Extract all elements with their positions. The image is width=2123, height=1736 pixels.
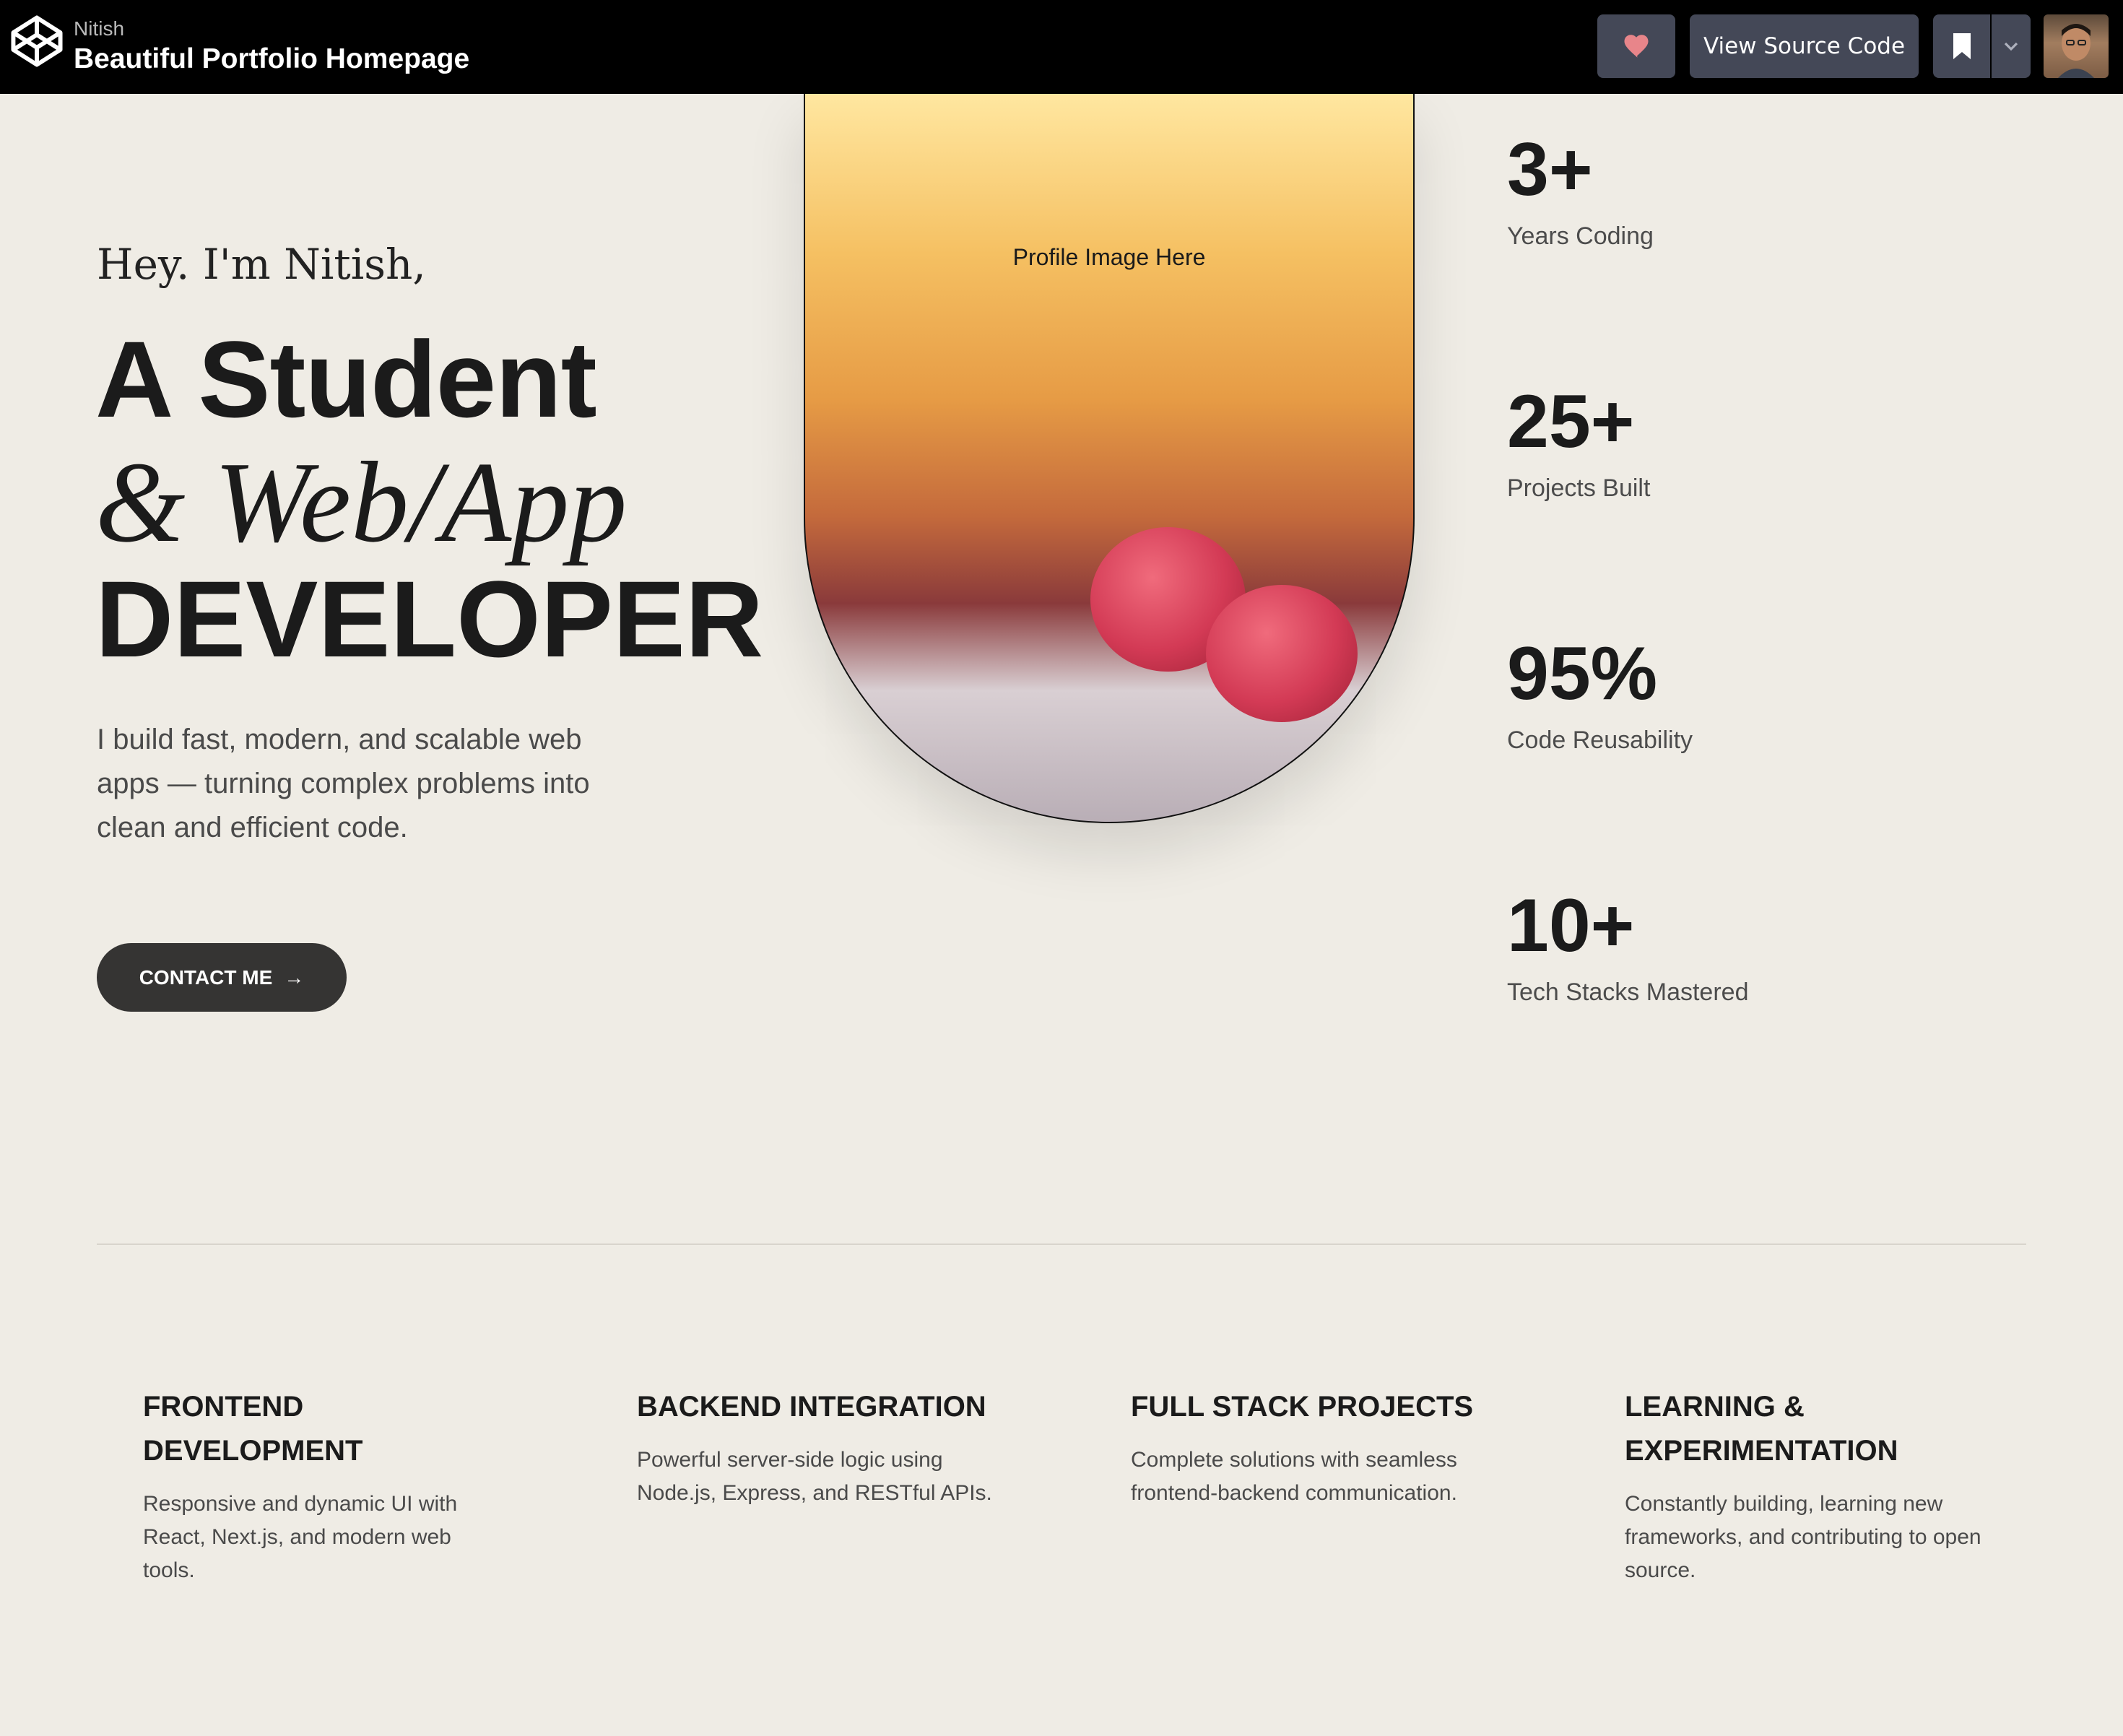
- stat-label: Tech Stacks Mastered: [1507, 978, 1749, 1006]
- user-avatar[interactable]: [2044, 14, 2109, 78]
- headline-line-2: & Web/App: [95, 438, 628, 566]
- hero-headline: A Student & Web/App DEVELOPER: [95, 325, 763, 673]
- service-description: Responsive and dynamic UI with React, Ne…: [143, 1492, 458, 1582]
- stat-label: Years Coding: [1507, 222, 1654, 250]
- heart-icon: [1624, 35, 1649, 58]
- bookmark-icon: [1953, 33, 1971, 59]
- section-divider: [97, 1244, 2026, 1245]
- service-card-learning: LEARNING & EXPERIMENTATION Constantly bu…: [1625, 1385, 1986, 1587]
- profile-image-placeholder: Profile Image Here: [1012, 244, 1206, 270]
- service-description: Powerful server-side logic using Node.js…: [637, 1448, 992, 1505]
- codepen-logo-icon[interactable]: [10, 14, 64, 68]
- arrow-right-icon: →: [284, 965, 305, 989]
- stat-tech-stacks: 10+ Tech Stacks Mastered: [1507, 886, 1748, 1007]
- pen-title: Beautiful Portfolio Homepage: [74, 43, 470, 74]
- author-link[interactable]: Nitish: [74, 16, 469, 42]
- service-card-frontend: FRONTEND DEVELOPMENT Responsive and dyna…: [143, 1385, 490, 1587]
- service-description: Complete solutions with seamless fronten…: [1131, 1448, 1457, 1505]
- hero-greeting: Hey. I'm Nitish,: [97, 240, 426, 289]
- stat-label: Code Reusability: [1507, 726, 1693, 754]
- like-button[interactable]: [1597, 14, 1675, 78]
- headline-line-1: A Student: [95, 318, 597, 440]
- chevron-down-icon: [2004, 42, 2018, 51]
- headline-line-3: DEVELOPER: [95, 558, 764, 680]
- stat-value: 95%: [1507, 632, 1658, 716]
- service-card-fullstack: FULL STACK PROJECTS Complete solutions w…: [1131, 1385, 1506, 1510]
- pen-title-block: Nitish Beautiful Portfolio Homepage: [74, 16, 469, 77]
- contact-me-button[interactable]: CONTACT ME →: [97, 943, 347, 1012]
- stat-years-coding: 3+ Years Coding: [1507, 130, 1654, 251]
- raspberry-decoration: [1206, 585, 1358, 722]
- bookmark-button[interactable]: [1933, 14, 1990, 78]
- service-title: FULL STACK PROJECTS: [1131, 1391, 1474, 1423]
- stat-value: 10+: [1507, 884, 1635, 968]
- contact-me-label: CONTACT ME: [139, 965, 273, 989]
- view-source-button[interactable]: View Source Code: [1690, 14, 1919, 78]
- service-title: LEARNING & EXPERIMENTATION: [1625, 1391, 1898, 1467]
- top-bar: Nitish Beautiful Portfolio Homepage View…: [0, 0, 2123, 94]
- service-title: BACKEND INTEGRATION: [637, 1391, 986, 1423]
- stat-code-reusability: 95% Code Reusability: [1507, 634, 1693, 755]
- bookmark-dropdown-button[interactable]: [1992, 14, 2031, 78]
- hero-intro: I build fast, modern, and scalable web a…: [97, 724, 590, 843]
- avatar-face-icon: [2058, 24, 2094, 78]
- stat-value: 25+: [1507, 380, 1635, 464]
- service-title: FRONTEND DEVELOPMENT: [143, 1391, 363, 1467]
- stat-value: 3+: [1507, 128, 1593, 212]
- stat-label: Projects Built: [1507, 474, 1651, 502]
- service-card-backend: BACKEND INTEGRATION Powerful server-side…: [637, 1385, 1012, 1510]
- service-description: Constantly building, learning new framew…: [1625, 1492, 1981, 1582]
- stat-projects-built: 25+ Projects Built: [1507, 382, 1650, 503]
- profile-image: Profile Image Here: [804, 94, 1415, 823]
